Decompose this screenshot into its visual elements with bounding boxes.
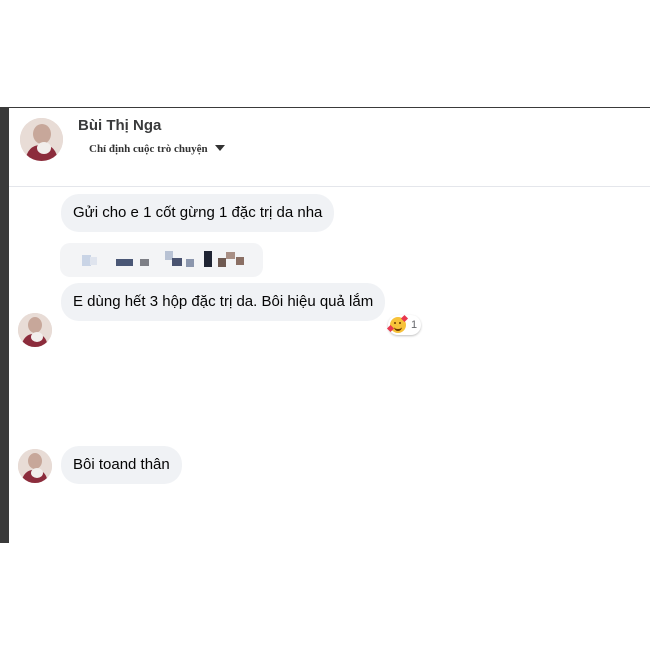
blur-pixel: [186, 259, 194, 267]
conversation-menu-label: Chỉ định cuộc trò chuyện: [89, 143, 208, 155]
blurred-message-bubble[interactable]: [60, 243, 263, 277]
blur-pixel: [226, 252, 235, 259]
message-bubble[interactable]: Gửi cho e 1 cốt gừng 1 đặc trị da nha: [61, 194, 335, 232]
window-top-border: [0, 107, 650, 108]
message-text: Gửi cho e 1 cốt gừng 1 đặc trị da nha: [73, 204, 323, 221]
smiling-face-with-hearts-icon: [386, 314, 409, 333]
window-left-border: [0, 108, 9, 543]
blur-pixel: [140, 259, 149, 266]
blur-pixel: [116, 259, 133, 266]
contact-name[interactable]: Bùi Thị Nga: [78, 117, 161, 134]
blur-pixel: [90, 257, 97, 265]
blur-pixel: [172, 258, 182, 266]
message-text: E dùng hết 3 hộp đặc trị da. Bôi hiệu qu…: [73, 293, 374, 310]
sender-avatar[interactable]: [18, 313, 52, 347]
reaction-count: 1: [411, 319, 418, 331]
blur-pixel: [204, 251, 212, 267]
sender-avatar[interactable]: [18, 449, 52, 483]
conversation-menu[interactable]: Chỉ định cuộc trò chuyện: [89, 143, 225, 155]
caret-down-icon: [214, 145, 225, 152]
reaction-badge[interactable]: 1: [386, 314, 422, 335]
message-bubble[interactable]: Bôi toand thân: [61, 446, 182, 484]
message-bubble[interactable]: E dùng hết 3 hộp đặc trị da. Bôi hiệu qu…: [61, 283, 386, 321]
header-divider: [9, 186, 650, 187]
contact-avatar[interactable]: [20, 118, 63, 161]
message-text: Bôi toand thân: [73, 456, 170, 473]
blur-pixel: [218, 258, 226, 267]
blur-pixel: [236, 257, 244, 265]
